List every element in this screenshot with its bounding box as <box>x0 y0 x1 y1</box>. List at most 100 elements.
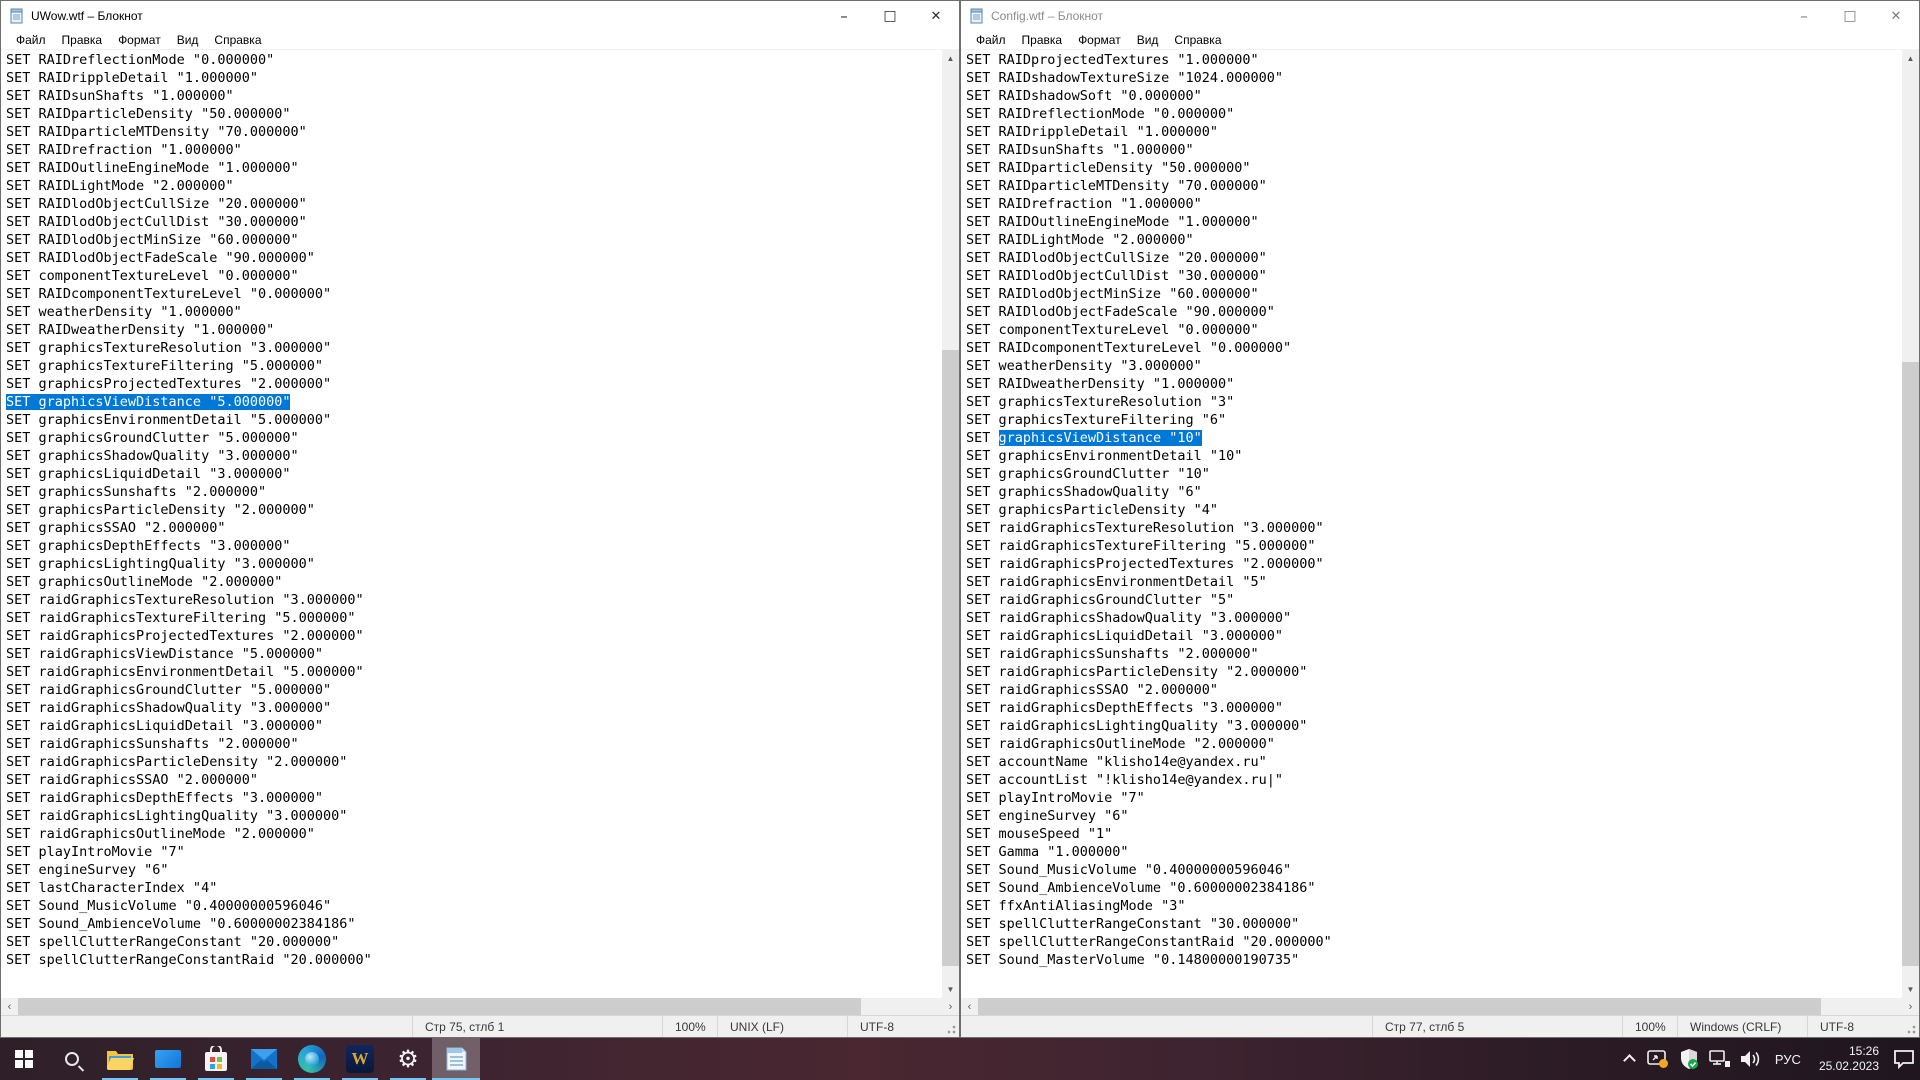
vertical-scroll-thumb[interactable] <box>1902 362 1919 966</box>
text-line[interactable]: SET raidGraphicsTextureFiltering "5.0000… <box>6 609 942 627</box>
text-line[interactable]: SET RAIDlodObjectFadeScale "90.000000" <box>6 249 942 267</box>
scroll-left-icon[interactable]: ‹ <box>1 998 18 1015</box>
vertical-scrollbar[interactable]: ▲ ▼ <box>942 50 959 998</box>
taskbar-file-explorer[interactable] <box>96 1038 144 1080</box>
text-line[interactable]: SET Sound_MasterVolume "0.14800000190735… <box>966 951 1902 969</box>
tray-overflow-chevron-icon[interactable] <box>1625 1054 1635 1064</box>
text-line[interactable]: SET ffxAntiAliasingMode "3" <box>966 897 1902 915</box>
text-line[interactable]: SET raidGraphicsViewDistance "5.000000" <box>6 645 942 663</box>
taskbar-microsoft-store[interactable] <box>192 1038 240 1080</box>
text-line[interactable]: SET raidGraphicsShadowQuality "3.000000" <box>6 699 942 717</box>
taskbar-world-of-warcraft[interactable]: W <box>336 1038 384 1080</box>
text-line[interactable]: SET RAIDOutlineEngineMode "1.000000" <box>966 213 1902 231</box>
text-line[interactable]: SET lastCharacterIndex "4" <box>6 879 942 897</box>
text-line[interactable]: SET RAIDrippleDetail "1.000000" <box>966 123 1902 141</box>
text-line[interactable]: SET RAIDweatherDensity "1.000000" <box>6 321 942 339</box>
menu-format[interactable]: Формат <box>1070 33 1129 47</box>
language-indicator[interactable]: РУС <box>1770 1052 1806 1067</box>
text-line[interactable]: SET RAIDlodObjectFadeScale "90.000000" <box>966 303 1902 321</box>
text-line[interactable]: SET graphicsEnvironmentDetail "10" <box>966 447 1902 465</box>
text-line[interactable]: SET spellClutterRangeConstantRaid "20.00… <box>966 933 1902 951</box>
text-line[interactable]: SET RAIDrefraction "1.000000" <box>6 141 942 159</box>
text-line[interactable]: SET RAIDlodObjectMinSize "60.000000" <box>966 285 1902 303</box>
scroll-left-icon[interactable]: ‹ <box>961 998 978 1015</box>
horizontal-scrollbar[interactable]: ‹ › <box>1 998 959 1015</box>
scroll-up-icon[interactable]: ▲ <box>942 50 959 67</box>
text-line[interactable]: SET raidGraphicsDepthEffects "3.000000" <box>6 789 942 807</box>
text-line[interactable]: SET mouseSpeed "1" <box>966 825 1902 843</box>
text-line[interactable]: SET accountList "!klisho14e@yandex.ru|" <box>966 771 1902 789</box>
horizontal-scroll-thumb[interactable] <box>978 998 1821 1015</box>
titlebar[interactable]: UWow.wtf – Блокнот <box>1 1 959 31</box>
text-editor[interactable]: SET RAIDprojectedTextures "1.000000"SET … <box>961 50 1902 998</box>
taskbar-mail[interactable] <box>240 1038 288 1080</box>
text-line[interactable]: SET RAIDparticleMTDensity "70.000000" <box>6 123 942 141</box>
text-line[interactable]: SET spellClutterRangeConstantRaid "20.00… <box>6 951 942 969</box>
text-line[interactable]: SET raidGraphicsLiquidDetail "3.000000" <box>6 717 942 735</box>
text-line[interactable]: SET accountName "klisho14e@yandex.ru" <box>966 753 1902 771</box>
text-line[interactable]: SET raidGraphicsOutlineMode "2.000000" <box>6 825 942 843</box>
text-line[interactable]: SET engineSurvey "6" <box>966 807 1902 825</box>
text-line[interactable]: SET raidGraphicsParticleDensity "2.00000… <box>966 663 1902 681</box>
wireless-display-icon[interactable] <box>1646 1047 1670 1071</box>
close-button[interactable] <box>913 1 959 31</box>
text-line[interactable]: SET raidGraphicsEnvironmentDetail "5.000… <box>6 663 942 681</box>
text-line[interactable]: SET graphicsLiquidDetail "3.000000" <box>6 465 942 483</box>
text-line[interactable]: SET raidGraphicsTextureResolution "3.000… <box>966 519 1902 537</box>
text-line[interactable]: SET graphicsParticleDensity "2.000000" <box>6 501 942 519</box>
text-line[interactable]: SET graphicsLightingQuality "3.000000" <box>6 555 942 573</box>
scroll-down-icon[interactable]: ▼ <box>1902 981 1919 998</box>
text-editor[interactable]: SET RAIDreflectionMode "0.000000"SET RAI… <box>1 50 942 998</box>
text-line[interactable]: SET graphicsProjectedTextures "2.000000" <box>6 375 942 393</box>
network-icon[interactable] <box>1708 1047 1732 1071</box>
text-line[interactable]: SET RAIDreflectionMode "0.000000" <box>966 105 1902 123</box>
taskbar-notepad-active[interactable] <box>432 1038 480 1080</box>
text-line[interactable]: SET raidGraphicsSunshafts "2.000000" <box>966 645 1902 663</box>
text-line[interactable]: SET graphicsTextureResolution "3.000000" <box>6 339 942 357</box>
menu-view[interactable]: Вид <box>169 33 207 47</box>
text-line[interactable]: SET raidGraphicsLightingQuality "3.00000… <box>6 807 942 825</box>
close-button[interactable] <box>1873 1 1919 31</box>
menu-format[interactable]: Формат <box>110 33 169 47</box>
text-line[interactable]: SET graphicsTextureFiltering "5.000000" <box>6 357 942 375</box>
scroll-right-icon[interactable]: › <box>942 998 959 1015</box>
text-line[interactable]: SET RAIDparticleMTDensity "70.000000" <box>966 177 1902 195</box>
text-line[interactable]: SET raidGraphicsProjectedTextures "2.000… <box>6 627 942 645</box>
menu-help[interactable]: Справка <box>1166 33 1229 47</box>
text-line[interactable]: SET raidGraphicsLiquidDetail "3.000000" <box>966 627 1902 645</box>
text-line[interactable]: SET RAIDcomponentTextureLevel "0.000000" <box>966 339 1902 357</box>
text-line[interactable]: SET raidGraphicsTextureFiltering "5.0000… <box>966 537 1902 555</box>
vertical-scroll-thumb[interactable] <box>942 350 959 966</box>
text-line[interactable]: SET RAIDLightMode "2.000000" <box>966 231 1902 249</box>
vertical-scrollbar[interactable]: ▲ ▼ <box>1902 50 1919 998</box>
text-line[interactable]: SET componentTextureLevel "0.000000" <box>6 267 942 285</box>
text-line[interactable]: SET graphicsSunshafts "2.000000" <box>6 483 942 501</box>
text-line[interactable]: SET RAIDrefraction "1.000000" <box>966 195 1902 213</box>
scroll-down-icon[interactable]: ▼ <box>942 981 959 998</box>
menu-file[interactable]: Файл <box>8 33 54 47</box>
text-line[interactable]: SET weatherDensity "1.000000" <box>6 303 942 321</box>
taskbar-edge[interactable] <box>288 1038 336 1080</box>
text-line[interactable]: SET raidGraphicsSSAO "2.000000" <box>966 681 1902 699</box>
text-line[interactable]: SET RAIDlodObjectCullSize "20.000000" <box>6 195 942 213</box>
text-line[interactable]: SET Sound_MusicVolume "0.40000000596046" <box>966 861 1902 879</box>
scroll-right-icon[interactable]: › <box>1902 998 1919 1015</box>
menu-edit[interactable]: Правка <box>1014 33 1071 47</box>
text-line[interactable]: SET RAIDlodObjectCullDist "30.000000" <box>6 213 942 231</box>
text-line[interactable]: SET graphicsSSAO "2.000000" <box>6 519 942 537</box>
menu-file[interactable]: Файл <box>968 33 1014 47</box>
text-line[interactable]: SET spellClutterRangeConstant "30.000000… <box>966 915 1902 933</box>
text-line[interactable]: SET Sound_AmbienceVolume "0.600000023841… <box>966 879 1902 897</box>
text-line[interactable]: SET raidGraphicsGroundClutter "5" <box>966 591 1902 609</box>
horizontal-scroll-thumb[interactable] <box>18 998 861 1015</box>
text-line[interactable]: SET RAIDlodObjectCullSize "20.000000" <box>966 249 1902 267</box>
text-line[interactable]: SET raidGraphicsShadowQuality "3.000000" <box>966 609 1902 627</box>
action-center-icon[interactable] <box>1892 1047 1916 1071</box>
text-line[interactable]: SET graphicsOutlineMode "2.000000" <box>6 573 942 591</box>
taskbar-settings[interactable]: ⚙ <box>384 1038 432 1080</box>
text-line[interactable]: SET raidGraphicsEnvironmentDetail "5" <box>966 573 1902 591</box>
taskbar-blue-app[interactable] <box>144 1038 192 1080</box>
text-line[interactable]: SET RAIDlodObjectMinSize "60.000000" <box>6 231 942 249</box>
text-line[interactable]: SET raidGraphicsOutlineMode "2.000000" <box>966 735 1902 753</box>
volume-icon[interactable] <box>1739 1047 1763 1071</box>
